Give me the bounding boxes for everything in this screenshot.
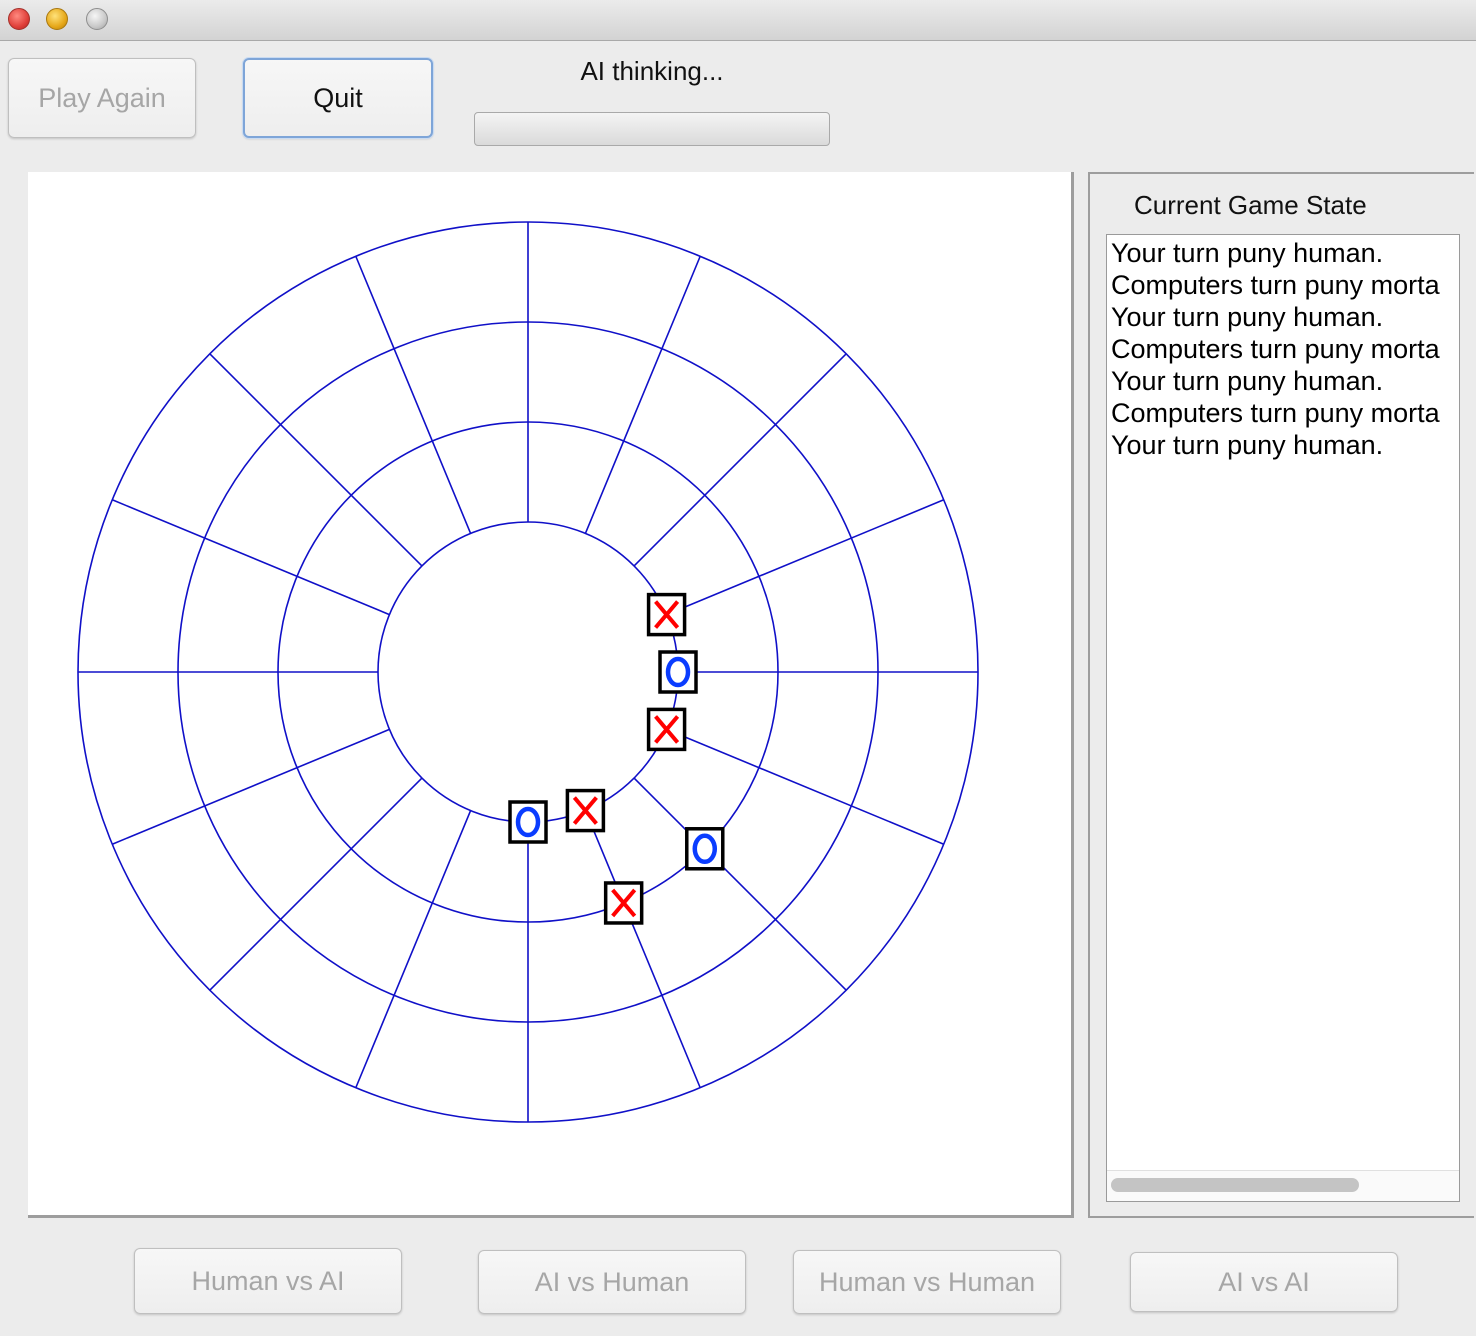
spoke-line — [666, 499, 945, 616]
zoom-window-button[interactable] — [86, 8, 108, 30]
panel-title: Current Game State — [1134, 190, 1367, 220]
ring-1 — [377, 521, 679, 823]
spoke-line — [209, 353, 423, 567]
horizontal-scrollbar[interactable] — [1107, 1170, 1459, 1201]
log-line: Computers turn puny morta — [1111, 334, 1440, 364]
polar-grid[interactable] — [28, 172, 1074, 1218]
spoke-line — [111, 728, 390, 845]
game-log[interactable]: Your turn puny human. Computers turn puny… — [1106, 234, 1460, 1202]
game-log-lines: Your turn puny human. Computers turn puny… — [1107, 235, 1459, 461]
spoke-line — [666, 728, 945, 845]
spoke-line — [584, 255, 701, 534]
log-line: Computers turn puny morta — [1111, 398, 1440, 428]
x-piece — [646, 592, 687, 637]
x-piece — [646, 707, 687, 752]
spoke-line — [111, 499, 390, 616]
spoke-line — [355, 255, 472, 534]
log-line: Your turn puny human. — [1111, 430, 1384, 460]
quit-button[interactable]: Quit — [243, 58, 433, 138]
ai-progress-bar — [474, 112, 830, 146]
game-board[interactable] — [28, 172, 1074, 1218]
log-line: Your turn puny human. — [1111, 366, 1384, 396]
log-line: Your turn puny human. — [1111, 302, 1384, 332]
human-vs-ai-button[interactable]: Human vs AI — [134, 1248, 402, 1314]
ai-vs-human-button[interactable]: AI vs Human — [478, 1250, 746, 1314]
status-label: AI thinking... — [580, 56, 724, 86]
o-piece — [508, 800, 548, 844]
game-state-panel: Current Game State Your turn puny human.… — [1088, 172, 1474, 1218]
spoke-line — [633, 353, 847, 567]
log-line: Computers turn puny morta — [1111, 270, 1440, 300]
spoke-line — [355, 810, 472, 1089]
x-piece — [565, 788, 606, 833]
o-piece — [685, 827, 725, 871]
x-piece — [603, 881, 644, 925]
o-piece — [658, 650, 698, 694]
ai-vs-ai-button[interactable]: AI vs AI — [1130, 1252, 1398, 1312]
window-titlebar — [0, 0, 1476, 41]
scrollbar-thumb[interactable] — [1111, 1178, 1359, 1192]
spoke-line — [209, 777, 423, 991]
human-vs-human-button[interactable]: Human vs Human — [793, 1250, 1061, 1314]
spoke-line — [584, 810, 701, 1089]
log-line: Your turn puny human. — [1111, 238, 1384, 268]
spoke-line — [633, 777, 847, 991]
play-again-button[interactable]: Play Again — [8, 58, 196, 138]
close-window-button[interactable] — [8, 8, 30, 30]
minimize-window-button[interactable] — [46, 8, 68, 30]
